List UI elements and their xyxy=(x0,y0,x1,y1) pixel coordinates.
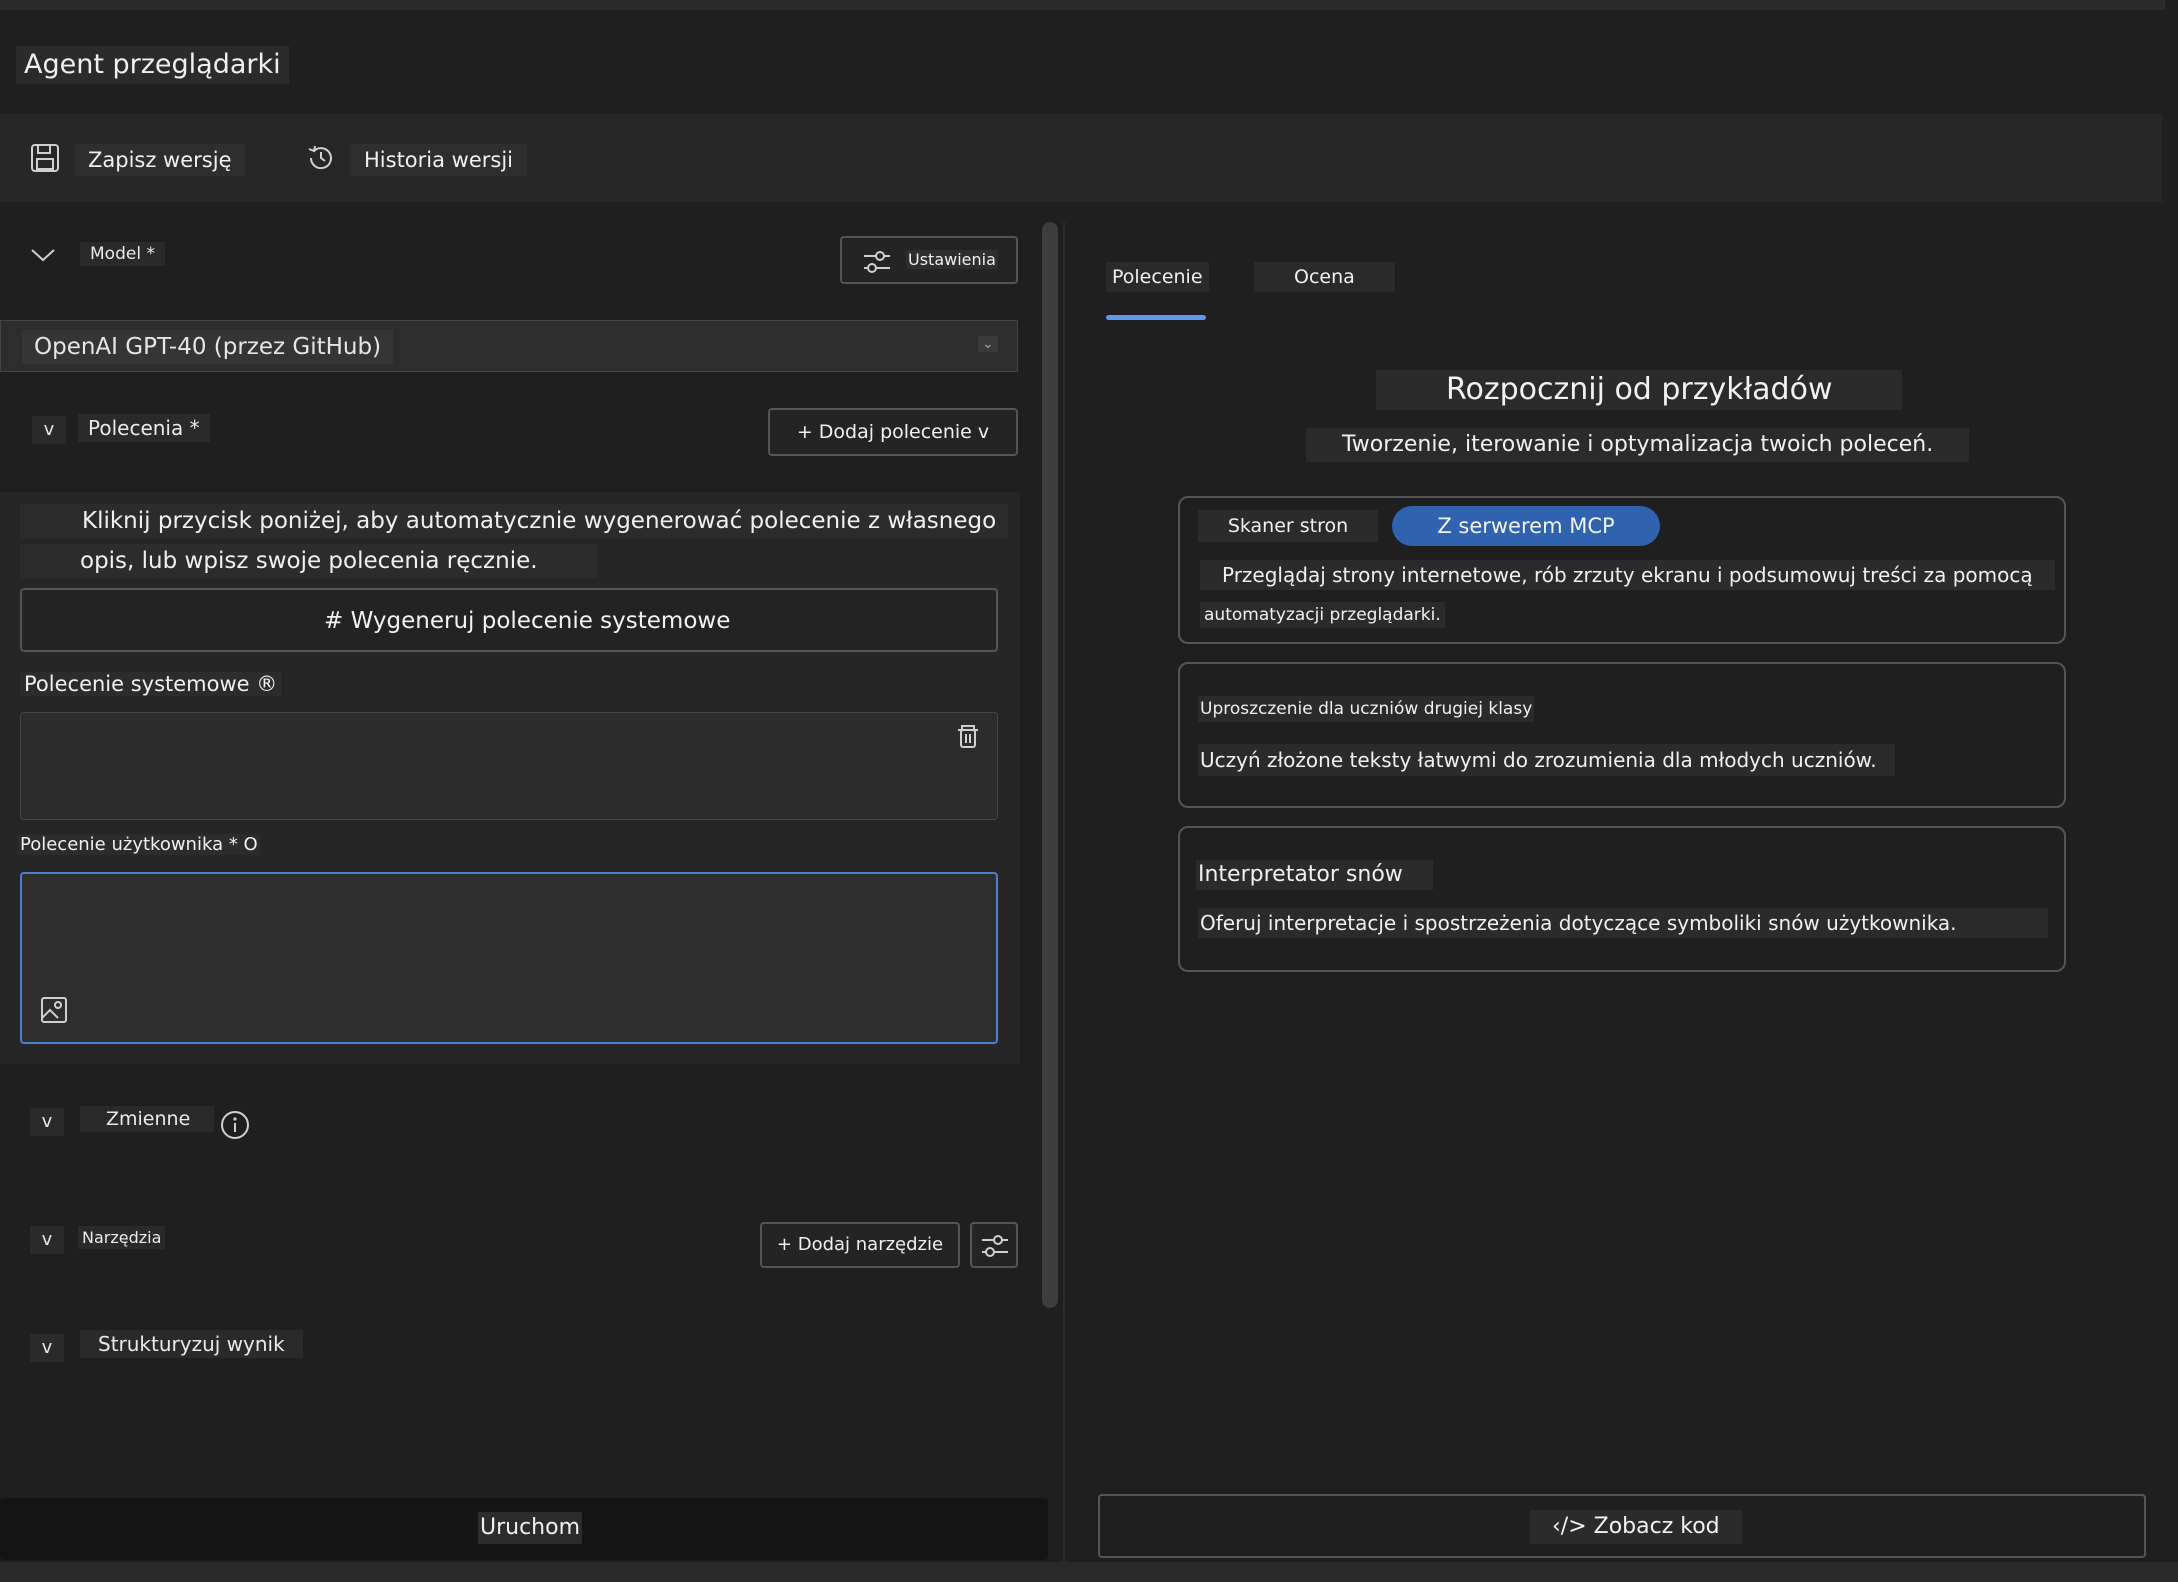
second-grade-title: Uproszczenie dla uczniów drugiej klasy xyxy=(1198,696,1535,722)
prompt-info-line1: Kliknij przycisk poniżej, aby automatycz… xyxy=(20,504,1009,538)
app-title: Agent przeglądarki xyxy=(16,46,289,84)
generate-system-prompt-label: # Wygeneruj polecenie systemowe xyxy=(324,608,731,634)
status-bar xyxy=(0,1562,2178,1582)
active-tab-indicator xyxy=(1106,315,1206,320)
sliders-icon xyxy=(982,1235,1008,1257)
info-icon[interactable] xyxy=(220,1110,250,1144)
run-label: Uruchom xyxy=(478,1512,583,1544)
example-card-dream-interpreter[interactable] xyxy=(1178,826,2066,972)
save-icon[interactable] xyxy=(30,143,60,173)
web-scanner-desc-line1: Przeglądaj strony internetowe, rób zrzut… xyxy=(1200,560,2055,590)
view-code-button[interactable]: ‹/> Zobacz kod xyxy=(1098,1494,2146,1558)
examples-subheading: Tworzenie, iterowanie i optymalizacja tw… xyxy=(1306,428,1970,462)
image-icon[interactable] xyxy=(40,996,68,1028)
tab-evaluation[interactable]: Ocena xyxy=(1254,262,1395,292)
example-card-second-grade[interactable] xyxy=(1178,662,2066,808)
user-prompt-input[interactable] xyxy=(20,872,998,1044)
chip-mcp-server[interactable]: Z serwerem MCP xyxy=(1392,506,1660,546)
system-prompt-input[interactable] xyxy=(20,712,998,820)
dream-interpreter-title: Interpretator snów xyxy=(1196,860,1433,890)
version-history-button[interactable]: Historia wersji xyxy=(350,144,527,176)
web-scanner-desc-line2: automatyzacji przeglądarki. xyxy=(1200,602,1445,628)
select-chevron-icon[interactable]: ⌄ xyxy=(978,336,998,352)
prompts-collapse-toggle[interactable]: v xyxy=(32,416,66,444)
chevron-down-icon[interactable] xyxy=(30,244,56,269)
chip-web-scanner[interactable]: Skaner stron xyxy=(1198,510,1378,542)
left-panel-scrollbar[interactable] xyxy=(1042,222,1058,1308)
sliders-icon xyxy=(864,251,890,273)
history-icon[interactable] xyxy=(306,143,336,173)
second-grade-desc: Uczyń złożone teksty łatwymi do zrozumie… xyxy=(1198,744,1895,776)
tools-collapse-toggle[interactable]: v xyxy=(30,1226,64,1254)
variables-label: Zmienne xyxy=(80,1106,215,1132)
window-top-bar xyxy=(0,0,2165,10)
prompts-label: Polecenia * xyxy=(78,414,210,442)
prompt-info-line2: opis, lub wpisz swoje polecenia ręcznie. xyxy=(20,544,598,578)
dream-interpreter-desc: Oferuj interpretacje i spostrzeżenia dot… xyxy=(1198,908,2048,938)
view-code-label: ‹/> Zobacz kod xyxy=(1530,1510,1742,1544)
user-prompt-label: Polecenie użytkownika * O xyxy=(18,834,260,855)
panel-divider xyxy=(1063,222,1065,1562)
model-select-value: OpenAI GPT-40 (przez GitHub) xyxy=(22,330,394,364)
tools-label: Narzędzia xyxy=(78,1226,166,1249)
examples-heading: Rozpocznij od przykładów xyxy=(1376,370,1903,410)
save-version-button[interactable]: Zapisz wersję xyxy=(74,144,246,176)
tab-prompt[interactable]: Polecenie xyxy=(1106,262,1209,292)
structure-output-label: Strukturyzuj wynik xyxy=(80,1330,303,1358)
model-settings-button[interactable]: Ustawienia xyxy=(840,236,1018,284)
structure-collapse-toggle[interactable]: v xyxy=(30,1334,64,1362)
settings-label: Ustawienia xyxy=(906,250,998,269)
model-label: Model * xyxy=(80,242,165,266)
tool-settings-button[interactable] xyxy=(970,1222,1018,1268)
add-prompt-button[interactable]: + Dodaj polecenie v xyxy=(768,408,1018,456)
system-prompt-label: Polecenie systemowe ® xyxy=(20,672,282,696)
trash-icon[interactable] xyxy=(956,724,980,754)
variables-collapse-toggle[interactable]: v xyxy=(30,1108,64,1136)
run-button[interactable]: Uruchom xyxy=(0,1498,1048,1560)
add-tool-button[interactable]: + Dodaj narzędzie xyxy=(760,1222,960,1268)
